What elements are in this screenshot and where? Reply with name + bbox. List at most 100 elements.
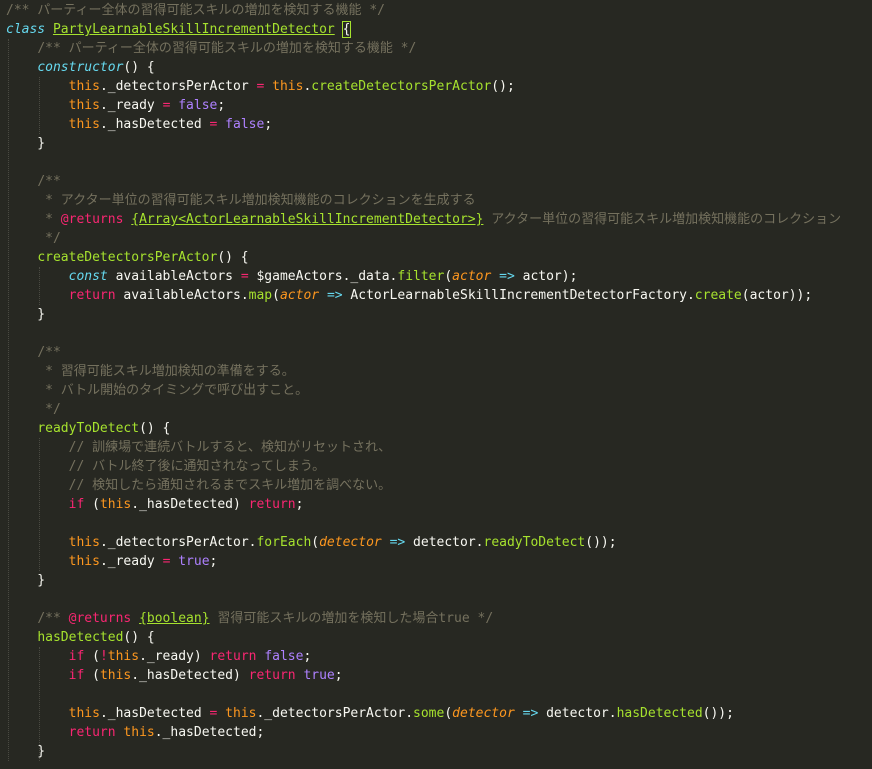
code-line[interactable]: * バトル開始のタイミングで呼び出すこと。 <box>6 381 308 400</box>
code-token-this: this <box>107 649 140 664</box>
code-line[interactable]: /** @returns {boolean} 習得可能スキルの増加を検知した場合… <box>6 609 493 628</box>
code-token-plain: ( <box>84 497 100 512</box>
code-token-bool: false <box>178 98 218 113</box>
code-line[interactable]: */ <box>6 229 61 248</box>
code-token-plain: () { <box>123 60 155 75</box>
code-editor[interactable]: /** パーティー全体の習得可能スキルの増加を検知する機能 */ class Pa… <box>0 0 872 769</box>
code-line[interactable]: const availableActors = $gameActors._dat… <box>6 267 578 286</box>
code-token-plain: ()); <box>702 706 734 721</box>
code-line[interactable]: // 訓練場で連続バトルすると、検知がリセットされ、 <box>6 438 391 457</box>
code-line[interactable]: if (this._hasDetected) return true; <box>6 666 343 685</box>
code-token-plain: ; <box>217 98 226 113</box>
code-token-keyword: return <box>209 649 257 664</box>
code-token-this: this <box>68 535 100 550</box>
code-line[interactable]: // バトル終了後に通知されなってしまう。 <box>6 457 325 476</box>
code-token-plain: (actor)); <box>741 288 813 303</box>
code-token-keyword: if <box>68 668 85 683</box>
code-token-type: {Array<ActorLearnableSkillIncrementDetec… <box>131 212 484 227</box>
code-token-plain: ._hasDetected <box>99 117 210 132</box>
code-line[interactable]: /** パーティー全体の習得可能スキルの増加を検知する機能 */ <box>6 1 385 20</box>
code-token-comment: */ <box>45 231 61 246</box>
code-token-func: readyToDetect <box>483 535 586 550</box>
code-token-this: this <box>225 706 257 721</box>
code-token-func: create <box>694 288 742 303</box>
code-line[interactable]: * 習得可能スキル増加検知の準備をする。 <box>6 362 295 381</box>
code-line[interactable]: return this._hasDetected; <box>6 723 265 742</box>
code-line[interactable]: } <box>6 305 45 324</box>
code-token-plain: $gameActors._data. <box>248 269 398 284</box>
code-token-plain: ( <box>84 668 100 683</box>
code-token-plain: ._hasDetected) <box>131 668 249 683</box>
code-line[interactable]: if (!this._ready) return false; <box>6 647 312 666</box>
code-token-comment: /** パーティー全体の習得可能スキルの増加を検知する機能 */ <box>6 3 386 18</box>
code-token-bool: false <box>225 117 265 132</box>
code-token-func: hasDetected <box>37 630 124 645</box>
code-line[interactable]: /** パーティー全体の習得可能スキルの増加を検知する機能 */ <box>6 39 416 58</box>
code-token-plain: ._ready <box>99 554 163 569</box>
code-line[interactable]: return availableActors.map(actor => Acto… <box>6 286 813 305</box>
code-token-comment: // 検知したら通知されるまでスキル増加を調べない。 <box>68 478 392 493</box>
code-token-comment: /** <box>37 345 61 360</box>
code-token-storage: constructor <box>37 60 124 75</box>
code-token-plain: ( <box>272 288 280 303</box>
code-line[interactable]: /** <box>6 172 60 191</box>
code-token-plain: ActorLearnableSkillIncrementDetectorFact… <box>342 288 695 303</box>
code-token-param: detector <box>452 706 515 721</box>
code-token-plain: actor); <box>514 269 578 284</box>
code-line[interactable]: this._ready = true; <box>6 552 218 571</box>
code-token-plain: } <box>6 136 46 151</box>
code-line[interactable]: class PartyLearnableSkillIncrementDetect… <box>6 20 352 39</box>
code-token-comment <box>131 611 139 626</box>
code-line[interactable]: this._detectorsPerActor.forEach(detector… <box>6 533 617 552</box>
code-token-comment: /** パーティー全体の習得可能スキルの増加を検知する機能 */ <box>37 41 417 56</box>
code-line[interactable]: } <box>6 742 45 761</box>
code-token-comment: * 習得可能スキル増加検知の準備をする。 <box>45 364 295 379</box>
code-token-this: this <box>68 98 100 113</box>
code-line[interactable]: createDetectorsPerActor() { <box>6 248 249 267</box>
code-line[interactable]: this._detectorsPerActor = this.createDet… <box>6 77 515 96</box>
code-token-bool: false <box>264 649 304 664</box>
code-token-plain: ._ready) <box>139 649 210 664</box>
code-token-this: this <box>99 668 132 683</box>
code-token-plain: ._detectorsPerActor. <box>256 706 414 721</box>
code-token-keyword: if <box>68 497 85 512</box>
code-line[interactable]: this._hasDetected = this._detectorsPerAc… <box>6 704 734 723</box>
code-token-plain: ; <box>209 554 218 569</box>
code-token-plain: detector. <box>405 535 484 550</box>
code-token-this: this <box>68 117 100 132</box>
code-line[interactable]: /** <box>6 343 61 362</box>
code-token-plain: ( <box>84 649 100 664</box>
code-line[interactable]: constructor() { <box>6 58 155 77</box>
code-token-plain: () { <box>217 250 249 265</box>
code-line[interactable]: this._hasDetected = false; <box>6 115 273 134</box>
code-token-this: this <box>272 79 304 94</box>
code-line[interactable]: if (this._hasDetected) return; <box>6 495 304 514</box>
code-token-plain: ; <box>303 649 312 664</box>
code-line[interactable]: hasDetected() { <box>6 628 154 647</box>
code-line[interactable]: // 検知したら通知されるまでスキル増加を調べない。 <box>6 476 391 495</box>
code-line[interactable]: * @returns {Array<ActorLearnableSkillInc… <box>6 210 841 229</box>
code-line[interactable]: this._ready = false; <box>6 96 226 115</box>
code-line[interactable]: } <box>6 134 45 153</box>
code-line[interactable]: * アクター単位の習得可能スキル増加検知機能のコレクションを生成する <box>6 191 475 210</box>
code-line[interactable]: } <box>6 571 45 590</box>
code-token-plain: ( <box>444 706 453 721</box>
code-line[interactable]: */ <box>6 400 61 419</box>
code-token-storage: class <box>6 22 46 37</box>
code-line[interactable]: readyToDetect() { <box>6 419 170 438</box>
code-token-plain: ._ready <box>99 98 163 113</box>
